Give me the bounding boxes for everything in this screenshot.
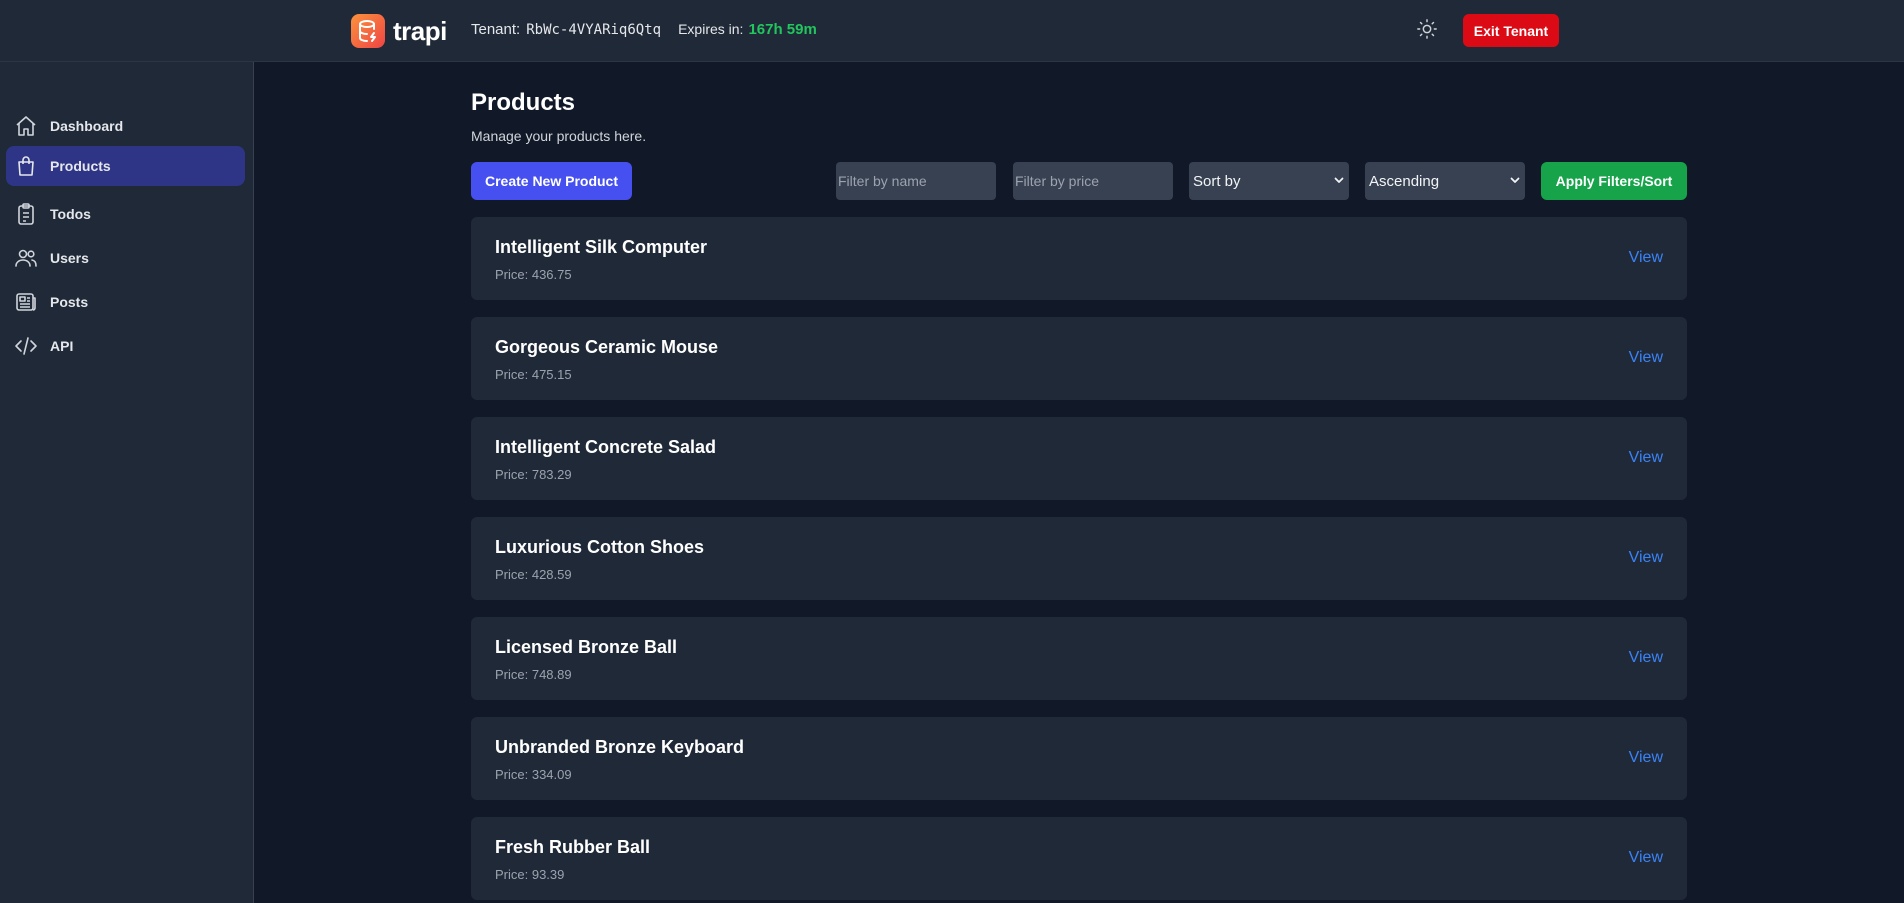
sidebar-item-todos[interactable]: Todos xyxy=(6,194,245,234)
product-name: Intelligent Concrete Salad xyxy=(495,437,717,457)
expires-label: Expires in: xyxy=(678,21,744,37)
sidebar-item-dashboard[interactable]: Dashboard xyxy=(6,106,245,146)
product-price: Price: 428.59 xyxy=(495,567,572,582)
product-card: Fresh Rubber Ball Price: 93.39 View xyxy=(471,817,1687,900)
sidebar: Dashboard Products Todos Users Posts API xyxy=(0,62,254,903)
apply-filters-button[interactable]: Apply Filters/Sort xyxy=(1541,162,1687,200)
page-title: Products xyxy=(471,89,576,116)
tenant-id: RbWc-4VYARiq6Qtq xyxy=(526,22,662,38)
product-card: Gorgeous Ceramic Mouse Price: 475.15 Vie… xyxy=(471,317,1687,400)
product-name: Licensed Bronze Ball xyxy=(495,637,678,657)
page-subtitle: Manage your products here. xyxy=(471,128,647,144)
shopping-bag-icon xyxy=(14,154,38,178)
view-product-link[interactable]: View xyxy=(1629,449,1663,467)
sidebar-item-products[interactable]: Products xyxy=(6,146,245,186)
sidebar-item-label: API xyxy=(50,338,74,354)
app-logo[interactable]: trapi xyxy=(351,13,447,49)
chevron-down-icon xyxy=(1333,173,1345,190)
product-name: Gorgeous Ceramic Mouse xyxy=(495,337,719,357)
product-card: Intelligent Concrete Salad Price: 783.29… xyxy=(471,417,1687,500)
product-name: Unbranded Bronze Keyboard xyxy=(495,737,745,757)
exit-tenant-button[interactable]: Exit Tenant xyxy=(1463,14,1559,47)
product-name: Fresh Rubber Ball xyxy=(495,837,651,857)
sidebar-item-label: Users xyxy=(50,250,89,266)
sidebar-item-label: Dashboard xyxy=(50,118,124,134)
logo-text: trapi xyxy=(393,15,447,46)
product-name: Intelligent Silk Computer xyxy=(495,237,708,257)
view-product-link[interactable]: View xyxy=(1629,349,1663,367)
code-icon xyxy=(14,334,38,358)
product-price: Price: 475.15 xyxy=(495,367,572,382)
sidebar-item-posts[interactable]: Posts xyxy=(6,282,245,322)
product-card: Licensed Bronze Ball Price: 748.89 View xyxy=(471,617,1687,700)
sidebar-item-api[interactable]: API xyxy=(6,326,245,366)
expires-value: 167h 59m xyxy=(748,21,817,38)
sort-by-select[interactable]: Sort by xyxy=(1189,162,1349,200)
product-price: Price: 334.09 xyxy=(495,767,572,782)
product-price: Price: 436.75 xyxy=(495,267,572,282)
product-card: Luxurious Cotton Shoes Price: 428.59 Vie… xyxy=(471,517,1687,600)
product-card: Intelligent Silk Computer Price: 436.75 … xyxy=(471,217,1687,300)
theme-toggle-button[interactable] xyxy=(1414,18,1440,44)
database-bolt-icon xyxy=(351,14,385,48)
sort-by-value: Sort by xyxy=(1193,172,1241,190)
sidebar-item-label: Todos xyxy=(50,206,91,222)
tenant-info: Tenant: RbWc-4VYARiq6Qtq Expires in: 167… xyxy=(471,21,817,38)
sun-icon xyxy=(1416,18,1438,45)
top-header: trapi Tenant: RbWc-4VYARiq6Qtq Expires i… xyxy=(0,0,1904,62)
newspaper-icon xyxy=(14,290,38,314)
filter-name-input[interactable] xyxy=(836,162,996,200)
product-price: Price: 783.29 xyxy=(495,467,572,482)
view-product-link[interactable]: View xyxy=(1629,649,1663,667)
sort-order-select[interactable]: Ascending xyxy=(1365,162,1525,200)
clipboard-icon xyxy=(14,202,38,226)
view-product-link[interactable]: View xyxy=(1629,849,1663,867)
sort-order-value: Ascending xyxy=(1369,172,1440,190)
create-product-button[interactable]: Create New Product xyxy=(471,162,632,200)
filter-price-input[interactable] xyxy=(1013,162,1173,200)
chevron-down-icon xyxy=(1509,173,1521,190)
view-product-link[interactable]: View xyxy=(1629,249,1663,267)
sidebar-item-label: Products xyxy=(50,158,111,174)
product-name: Luxurious Cotton Shoes xyxy=(495,537,704,557)
users-icon xyxy=(14,246,38,270)
tenant-label: Tenant: xyxy=(471,21,521,38)
sidebar-item-users[interactable]: Users xyxy=(6,238,245,278)
view-product-link[interactable]: View xyxy=(1629,749,1663,767)
home-icon xyxy=(14,114,38,138)
product-price: Price: 93.39 xyxy=(495,867,565,882)
product-price: Price: 748.89 xyxy=(495,667,572,682)
sidebar-item-label: Posts xyxy=(50,294,89,310)
view-product-link[interactable]: View xyxy=(1629,549,1663,567)
product-card: Unbranded Bronze Keyboard Price: 334.09 … xyxy=(471,717,1687,800)
